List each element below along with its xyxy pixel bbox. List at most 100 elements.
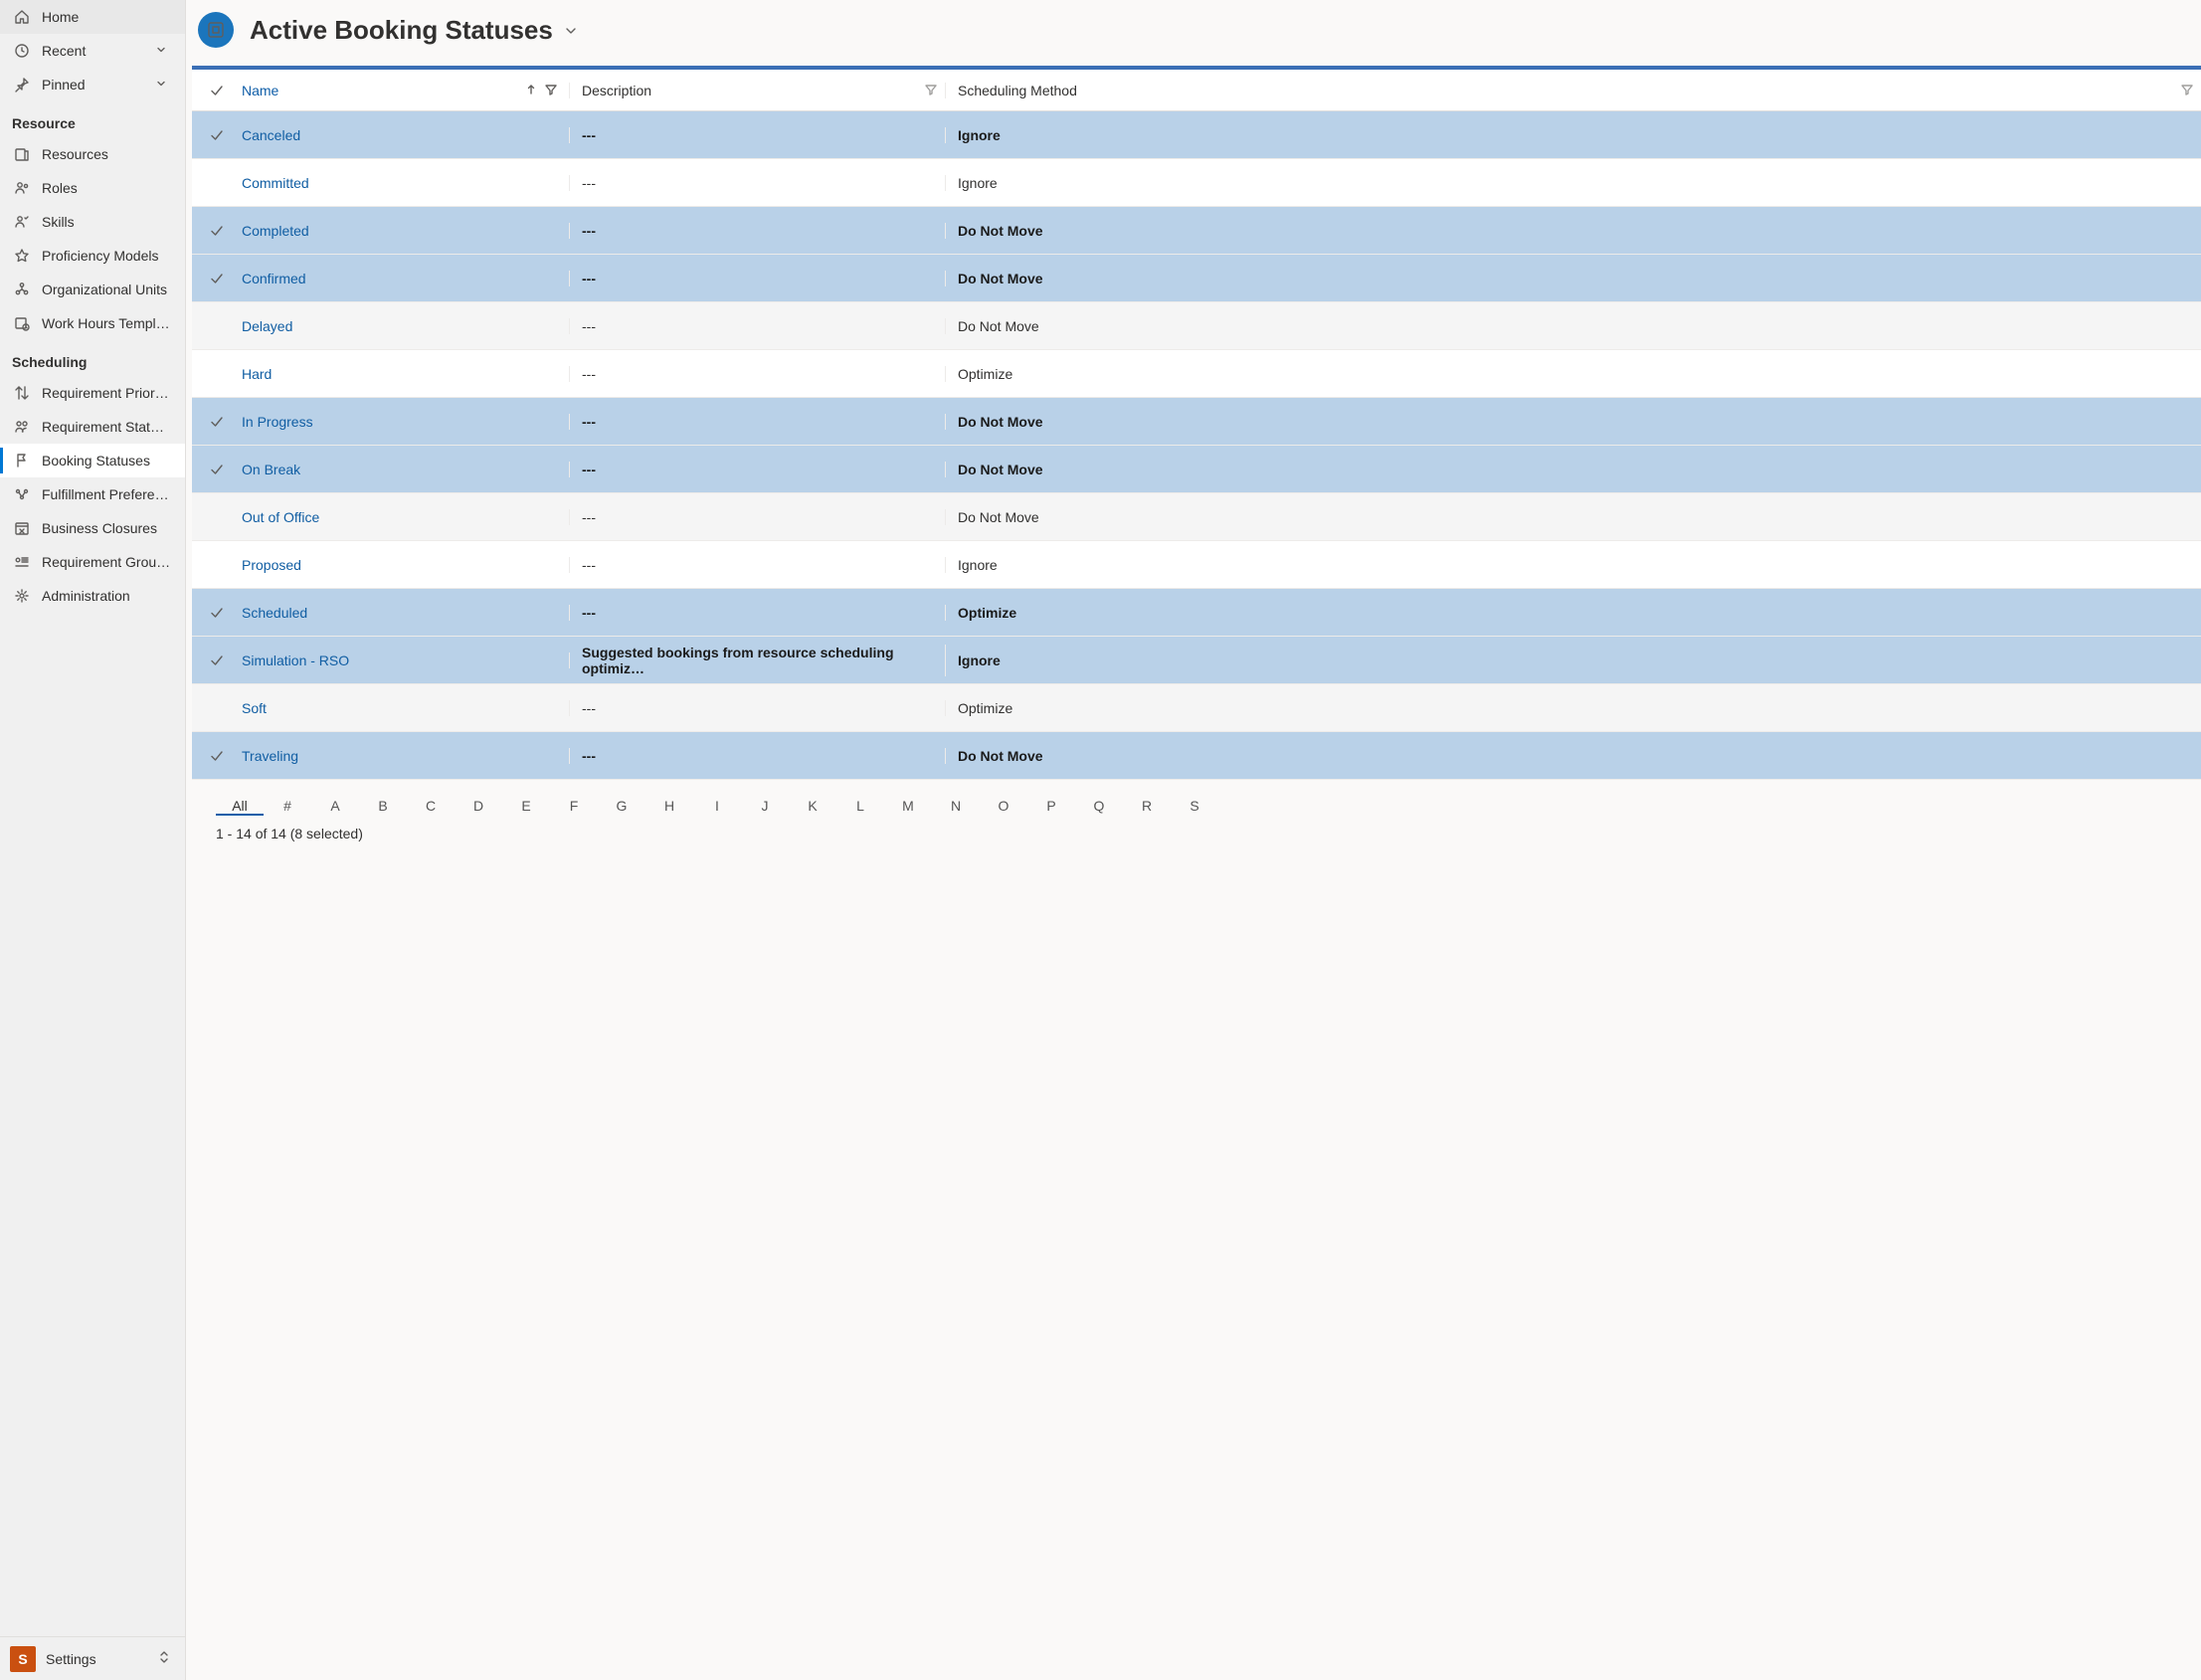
view-selector[interactable]: Active Booking Statuses xyxy=(250,15,579,46)
row-checkbox[interactable] xyxy=(192,126,242,144)
row-checkbox[interactable] xyxy=(192,270,242,287)
nav-fulfillment[interactable]: Fulfillment Preferences xyxy=(0,477,185,511)
record-link[interactable]: Committed xyxy=(242,175,309,191)
table-row[interactable]: Committed---Ignore xyxy=(192,159,2201,207)
record-link[interactable]: In Progress xyxy=(242,414,313,430)
row-checkbox[interactable] xyxy=(192,461,242,478)
table-row[interactable]: Completed---Do Not Move xyxy=(192,207,2201,255)
nav-label: Business Closures xyxy=(42,520,171,536)
nav-req-priorities[interactable]: Requirement Priorities xyxy=(0,376,185,410)
table-row[interactable]: Canceled---Ignore xyxy=(192,111,2201,159)
table-row[interactable]: Out of Office ---Do Not Move xyxy=(192,493,2201,541)
record-link[interactable]: Traveling xyxy=(242,748,298,764)
cell-description: --- xyxy=(570,318,946,334)
nav-req-statuses[interactable]: Requirement Statuses xyxy=(0,410,185,444)
table-row[interactable]: Scheduled---Optimize xyxy=(192,589,2201,637)
nav-resources[interactable]: Resources xyxy=(0,137,185,171)
grid-record-count: 1 - 14 of 14 (8 selected) xyxy=(192,820,2201,853)
nav-proficiency[interactable]: Proficiency Models xyxy=(0,239,185,273)
record-link[interactable]: Proposed xyxy=(242,557,301,573)
record-link[interactable]: On Break xyxy=(242,462,300,477)
reqgroup-icon xyxy=(14,554,30,570)
row-checkbox[interactable] xyxy=(192,652,242,669)
table-row[interactable]: Soft---Optimize xyxy=(192,684,2201,732)
alpha-filter[interactable]: I xyxy=(693,798,741,816)
row-checkbox[interactable] xyxy=(192,747,242,765)
nav-pinned[interactable]: Pinned xyxy=(0,68,185,101)
cell-name: Confirmed xyxy=(242,271,570,286)
cell-description: --- xyxy=(570,509,946,525)
alpha-filter[interactable]: R xyxy=(1123,798,1171,816)
filter-icon[interactable] xyxy=(2181,83,2193,98)
alpha-filter[interactable]: All xyxy=(216,798,264,816)
select-all-checkbox[interactable] xyxy=(192,82,242,99)
nav-roles[interactable]: Roles xyxy=(0,171,185,205)
cell-method: Do Not Move xyxy=(946,509,2201,525)
area-switcher[interactable]: S Settings xyxy=(0,1636,185,1680)
record-link[interactable]: Confirmed xyxy=(242,271,306,286)
nav-recent[interactable]: Recent xyxy=(0,34,185,68)
nav-skills[interactable]: Skills xyxy=(0,205,185,239)
row-checkbox[interactable] xyxy=(192,413,242,431)
table-row[interactable]: Proposed---Ignore xyxy=(192,541,2201,589)
alpha-filter[interactable]: J xyxy=(741,798,789,816)
filter-icon[interactable] xyxy=(545,83,557,98)
table-row[interactable]: Confirmed---Do Not Move xyxy=(192,255,2201,302)
table-row[interactable]: Traveling---Do Not Move xyxy=(192,732,2201,780)
cell-description: --- xyxy=(570,414,946,430)
column-label: Description xyxy=(582,83,651,98)
cell-name: Hard xyxy=(242,366,570,382)
alpha-filter[interactable]: D xyxy=(455,798,502,816)
alpha-filter[interactable]: M xyxy=(884,798,932,816)
closure-icon xyxy=(14,520,30,536)
alpha-filter[interactable]: O xyxy=(980,798,1027,816)
alpha-filter[interactable]: F xyxy=(550,798,598,816)
alpha-filter[interactable]: E xyxy=(502,798,550,816)
table-row[interactable]: Simulation - RSOSuggested bookings from … xyxy=(192,637,2201,684)
nav-label: Booking Statuses xyxy=(42,453,171,468)
alpha-filter[interactable]: B xyxy=(359,798,407,816)
row-checkbox[interactable] xyxy=(192,222,242,240)
cell-method: Optimize xyxy=(946,700,2201,716)
nav-req-group[interactable]: Requirement Group … xyxy=(0,545,185,579)
alpha-filter[interactable]: N xyxy=(932,798,980,816)
nav-administration[interactable]: Administration xyxy=(0,579,185,613)
nav-orgunits[interactable]: Organizational Units xyxy=(0,273,185,306)
alpha-filter[interactable]: S xyxy=(1171,798,1218,816)
alpha-filter[interactable]: C xyxy=(407,798,455,816)
column-header-name[interactable]: Name xyxy=(242,83,570,98)
record-link[interactable]: Simulation - RSO xyxy=(242,653,349,668)
alpha-filter[interactable]: A xyxy=(311,798,359,816)
alpha-filter[interactable]: # xyxy=(264,798,311,816)
nav-booking-statuses[interactable]: Booking Statuses xyxy=(0,444,185,477)
alpha-filter[interactable]: H xyxy=(645,798,693,816)
table-row[interactable]: Hard---Optimize xyxy=(192,350,2201,398)
alpha-filter[interactable]: K xyxy=(789,798,836,816)
alpha-filter[interactable]: P xyxy=(1027,798,1075,816)
filter-icon[interactable] xyxy=(925,83,937,98)
area-label: Settings xyxy=(46,1651,147,1667)
alpha-filter[interactable]: Q xyxy=(1075,798,1123,816)
record-link[interactable]: Hard xyxy=(242,366,272,382)
row-checkbox[interactable] xyxy=(192,604,242,622)
record-link[interactable]: Out of Office xyxy=(242,509,319,525)
column-header-description[interactable]: Description xyxy=(570,83,946,98)
nav-workhours[interactable]: Work Hours Templates xyxy=(0,306,185,340)
record-link[interactable]: Soft xyxy=(242,700,267,716)
column-label: Name xyxy=(242,83,278,98)
table-row[interactable]: Delayed---Do Not Move xyxy=(192,302,2201,350)
record-link[interactable]: Completed xyxy=(242,223,309,239)
record-link[interactable]: Delayed xyxy=(242,318,292,334)
cell-description: --- xyxy=(570,223,946,239)
record-link[interactable]: Scheduled xyxy=(242,605,307,621)
nav-home[interactable]: Home xyxy=(0,0,185,34)
cell-name: Soft xyxy=(242,700,570,716)
alpha-filter[interactable]: G xyxy=(598,798,645,816)
table-row[interactable]: On Break---Do Not Move xyxy=(192,446,2201,493)
column-header-method[interactable]: Scheduling Method xyxy=(946,83,2201,98)
table-row[interactable]: In Progress---Do Not Move xyxy=(192,398,2201,446)
alpha-filter[interactable]: L xyxy=(836,798,884,816)
nav-label: Roles xyxy=(42,180,171,196)
nav-closures[interactable]: Business Closures xyxy=(0,511,185,545)
record-link[interactable]: Canceled xyxy=(242,127,300,143)
